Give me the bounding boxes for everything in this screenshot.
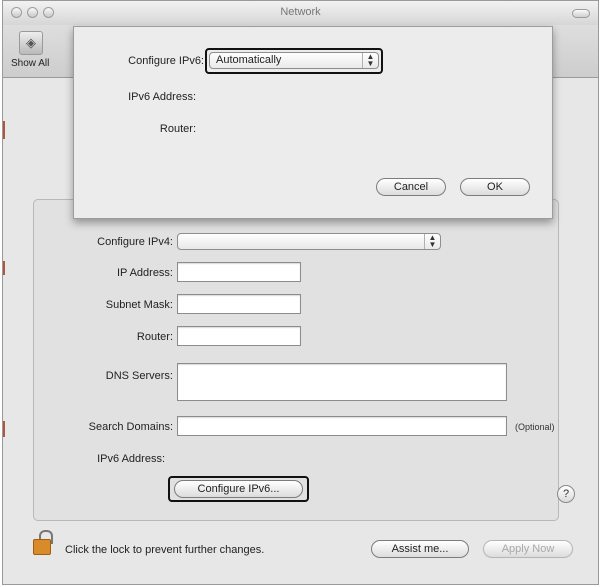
show-all-label: Show All bbox=[11, 58, 50, 69]
router-field[interactable] bbox=[177, 326, 301, 346]
configure-ipv6-popup[interactable]: Automatically ▲ ▼ bbox=[209, 52, 379, 69]
router-label: Router: bbox=[136, 331, 173, 343]
search-domains-label: Search Domains: bbox=[88, 421, 173, 433]
optional-hint: (Optional) bbox=[515, 422, 555, 432]
show-all-icon: ◈ bbox=[19, 31, 43, 55]
background-edge-mark bbox=[3, 261, 5, 275]
background-edge-mark bbox=[3, 421, 5, 437]
ip-address-field[interactable] bbox=[177, 262, 301, 282]
apply-now-button[interactable]: Apply Now bbox=[483, 540, 573, 558]
configure-ipv6-value: Automatically bbox=[216, 54, 282, 66]
configure-ipv6-sheet: Configure IPv6: Automatically ▲ ▼ IPv6 Ad… bbox=[73, 26, 553, 219]
sheet-configure-ipv6-label: Configure IPv6: bbox=[128, 55, 204, 67]
title-bar: Network bbox=[3, 1, 598, 26]
search-domains-field[interactable] bbox=[177, 416, 507, 436]
dns-servers-label: DNS Servers: bbox=[105, 370, 173, 382]
lock-icon[interactable] bbox=[33, 539, 51, 555]
cancel-button[interactable]: Cancel bbox=[376, 178, 446, 196]
sheet-ipv6-address-label: IPv6 Address: bbox=[128, 91, 196, 103]
ip-address-label: IP Address: bbox=[116, 267, 173, 279]
sheet-router-label: Router: bbox=[159, 123, 196, 135]
subnet-mask-label: Subnet Mask: bbox=[105, 299, 173, 311]
background-edge-mark bbox=[3, 121, 5, 139]
configure-ipv4-popup[interactable]: ▲ ▼ bbox=[177, 233, 441, 250]
help-icon[interactable]: ? bbox=[557, 485, 575, 503]
assist-me-button[interactable]: Assist me... bbox=[371, 540, 469, 558]
configure-ipv4-label: Configure IPv4: bbox=[97, 236, 173, 248]
ipv6-address-label: IPv6 Address: bbox=[97, 453, 165, 465]
lock-status-text: Click the lock to prevent further change… bbox=[65, 544, 265, 556]
popup-arrows-icon: ▲ ▼ bbox=[424, 234, 440, 249]
configure-ipv6-button[interactable]: Configure IPv6... bbox=[174, 480, 303, 498]
dns-servers-field[interactable] bbox=[177, 363, 507, 401]
window-title: Network bbox=[280, 6, 321, 18]
network-window: Network ◈ Show All Configure IPv4: ▲ ▼ IP… bbox=[2, 0, 599, 585]
popup-arrows-icon: ▲ ▼ bbox=[362, 53, 378, 68]
ok-button[interactable]: OK bbox=[460, 178, 530, 196]
subnet-mask-field[interactable] bbox=[177, 294, 301, 314]
toolbar-toggle-button[interactable] bbox=[572, 9, 590, 18]
